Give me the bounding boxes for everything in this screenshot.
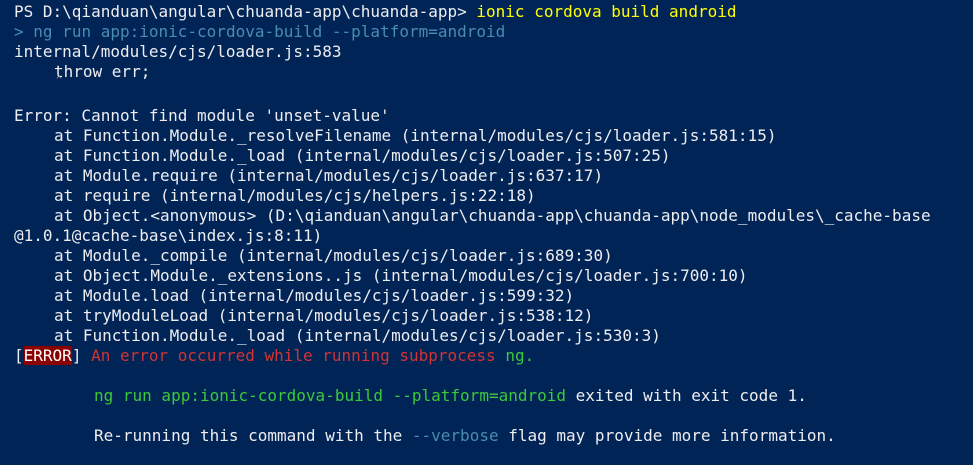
stack-frame: at Object.<anonymous> (D:\qianduan\angul… [54,206,931,225]
rerun-hint-line: Re-running this command with the --verbo… [14,426,973,446]
stack-frame: at Object.Module._extensions..js (intern… [54,266,748,285]
stack-frame: at Function.Module._resolveFilename (int… [54,126,777,145]
exit-code-line: ng run app:ionic-cordova-build --platfor… [14,386,973,406]
powershell-terminal[interactable]: PS D:\qianduan\angular\chuanda-app\chuan… [0,0,973,465]
stack-frame: at Module.load (internal/modules/cjs/loa… [54,286,575,305]
error-banner-process: ng. [505,346,535,365]
stack-frame-wrapped: @1.0.1@cache-base\index.js:8:11) [14,226,323,245]
exit-command: ng run app:ionic-cordova-build --platfor… [94,386,567,405]
caret-marker: ^ [56,75,63,86]
stack-frame: at Module.require (internal/modules/cjs/… [54,166,604,185]
error-bracket-close: ] [71,346,82,365]
rerun-after: flag may provide more information. [508,426,836,445]
prompt-prefix: PS D:\qianduan\angular\chuanda-app\chuan… [14,2,467,21]
verbose-flag: --verbose [411,426,499,445]
run-command-text: ng run app:ionic-cordova-build --platfor… [33,22,506,41]
stack-frame: at Function.Module._load (internal/modul… [54,326,661,345]
prompt-line: PS D:\qianduan\angular\chuanda-app\chuan… [14,2,973,22]
entered-command: ionic cordova build android [476,2,737,21]
stack-frame: at Module._compile (internal/modules/cjs… [54,246,613,265]
error-banner-message: An error occurred while running subproce… [91,346,496,365]
error-message-line: Error: Cannot find module 'unset-value' [14,106,390,125]
error-bracket-open: [ [14,346,24,365]
stack-frame: at require (internal/modules/cjs/helpers… [54,186,536,205]
stack-frame: at Function.Module._load (internal/modul… [54,146,671,165]
run-arrow: > [14,22,24,41]
loader-location-line: internal/modules/cjs/loader.js:583 [14,42,342,61]
error-tag: ERROR [23,346,72,365]
stack-frame: at tryModuleLoad (internal/modules/cjs/l… [54,306,594,325]
rerun-before: Re-running this command with the [94,426,403,445]
exit-suffix: exited with exit code 1. [575,386,807,405]
error-banner-line: [ERROR] An error occurred while running … [14,346,973,366]
run-command-line: > ng run app:ionic-cordova-build --platf… [14,22,973,42]
